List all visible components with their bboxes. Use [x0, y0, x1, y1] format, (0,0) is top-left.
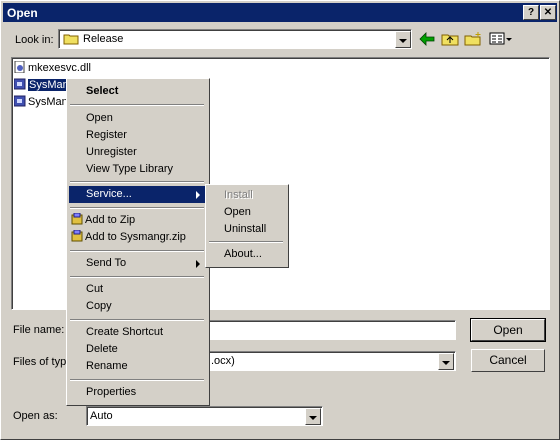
submenu-item-about[interactable]: About...: [208, 246, 284, 263]
menu-separator: [70, 319, 204, 321]
menu-item-properties[interactable]: Properties: [69, 384, 205, 401]
look-in-label: Look in:: [15, 34, 54, 46]
file-name: SysMan: [28, 96, 68, 108]
menu-item-register[interactable]: Register: [69, 127, 205, 144]
menu-separator: [70, 250, 204, 252]
file-name-input[interactable]: [207, 320, 456, 340]
menu-item-service[interactable]: Service...: [69, 186, 205, 203]
menu-item-view-type-library[interactable]: View Type Library: [69, 161, 205, 178]
submenu-arrow-icon: [196, 191, 200, 199]
cancel-button[interactable]: Cancel: [471, 349, 545, 372]
menu-item-add-to-zip-label: Add to Zip: [85, 214, 136, 226]
zip-icon: [71, 229, 83, 242]
back-arrow-icon[interactable]: [419, 32, 435, 49]
component-file-icon: [13, 78, 26, 90]
menu-item-rename[interactable]: Rename: [69, 358, 205, 375]
zip-icon: [71, 212, 83, 225]
submenu-arrow-icon: [196, 260, 200, 268]
files-of-type-combo[interactable]: .ocx): [207, 351, 456, 371]
dll-file-icon: [14, 60, 26, 74]
menu-item-create-shortcut[interactable]: Create Shortcut: [69, 324, 205, 341]
menu-item-cut[interactable]: Cut: [69, 281, 205, 298]
open-button[interactable]: Open: [470, 318, 546, 342]
menu-item-service-label: Service...: [86, 188, 132, 200]
menu-item-delete[interactable]: Delete: [69, 341, 205, 358]
new-folder-icon[interactable]: [464, 32, 482, 49]
open-as-label: Open as:: [13, 410, 58, 422]
menu-item-select[interactable]: Select: [69, 83, 205, 100]
menu-item-open[interactable]: Open: [69, 110, 205, 127]
menu-separator: [70, 181, 204, 183]
menu-separator: [70, 207, 204, 209]
folder-icon: [63, 33, 79, 48]
menu-item-send-to[interactable]: Send To: [69, 255, 205, 272]
menu-item-copy[interactable]: Copy: [69, 298, 205, 315]
menu-item-add-to-named-zip[interactable]: Add to Sysmangr.zip: [69, 229, 205, 246]
menu-separator: [70, 104, 204, 106]
service-submenu: Install Open Uninstall About...: [205, 184, 289, 268]
files-of-type-label: Files of type: [13, 356, 73, 368]
file-name-label: File name:: [13, 324, 65, 336]
window-title: Open: [7, 6, 38, 20]
files-of-type-value: .ocx): [211, 355, 235, 367]
title-bar: Open ? ✕: [3, 3, 557, 22]
menu-item-send-to-label: Send To: [86, 257, 127, 269]
close-button[interactable]: ✕: [540, 5, 556, 20]
submenu-item-install: Install: [224, 189, 253, 201]
chevron-down-icon[interactable]: [305, 408, 321, 425]
menu-item-add-to-named-zip-label: Add to Sysmangr.zip: [85, 231, 186, 243]
submenu-item-uninstall[interactable]: Uninstall: [208, 221, 284, 238]
component-file-icon: [13, 95, 26, 107]
context-menu: Select Open Register Unregister View Typ…: [66, 78, 210, 406]
look-in-combo[interactable]: Release: [58, 29, 412, 49]
help-button[interactable]: ?: [523, 5, 539, 20]
chevron-down-icon[interactable]: [395, 31, 411, 48]
view-menu-icon[interactable]: [489, 32, 513, 49]
list-item[interactable]: mkexesvc.dll: [14, 60, 91, 77]
menu-separator: [209, 241, 283, 243]
open-as-value: Auto: [90, 410, 113, 422]
chevron-down-icon[interactable]: [438, 353, 454, 370]
look-in-value: Release: [83, 33, 124, 45]
up-folder-icon[interactable]: [441, 32, 459, 49]
menu-item-add-to-zip[interactable]: Add to Zip: [69, 212, 205, 229]
file-name: mkexesvc.dll: [28, 62, 91, 74]
menu-item-unregister[interactable]: Unregister: [69, 144, 205, 161]
open-as-combo[interactable]: Auto: [86, 406, 323, 426]
submenu-item-open[interactable]: Open: [208, 204, 284, 221]
menu-separator: [70, 379, 204, 381]
menu-separator: [70, 276, 204, 278]
list-item[interactable]: SysMan: [13, 95, 68, 111]
